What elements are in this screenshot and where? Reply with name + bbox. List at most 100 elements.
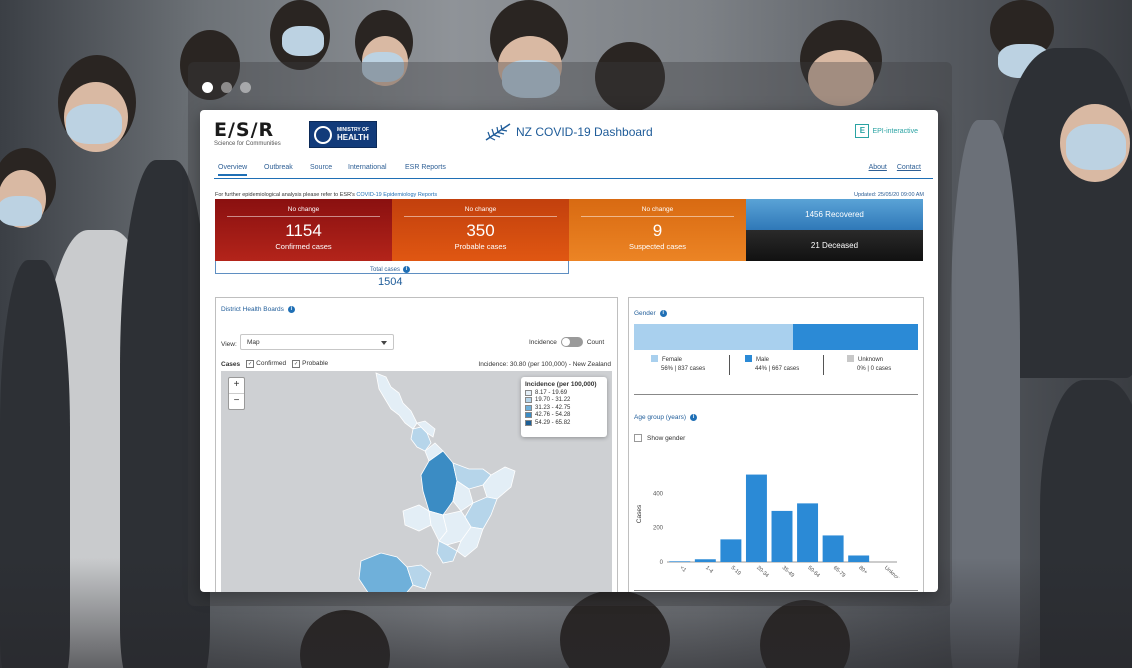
confirmed-checkbox[interactable]: ✓: [246, 360, 255, 368]
gender-legend-female: Female 56% | 837 cases: [651, 355, 705, 372]
x-tick-label: <1: [678, 565, 687, 574]
suspected-count: 9: [652, 221, 663, 240]
age-bar-1-4[interactable]: [694, 559, 716, 562]
nav-outbreak[interactable]: Outbreak: [264, 164, 293, 171]
recovered-tile[interactable]: 1456 Recovered: [746, 199, 923, 230]
confirmed-cases-tile[interactable]: No change 1154 Confirmed cases: [215, 199, 392, 261]
female-label: Female: [662, 357, 683, 363]
nav-overview[interactable]: Overview: [218, 164, 248, 176]
show-gender-checkbox[interactable]: [634, 434, 642, 442]
epi-logo-mark: E: [855, 124, 870, 138]
esr-logo[interactable]: E/S/R Science for Communities: [214, 120, 281, 147]
nav-contact-link[interactable]: Contact: [897, 164, 921, 171]
dashboard-header: E/S/R Science for Communities MINISTRY O…: [200, 110, 938, 160]
probable-label: Probable cases: [454, 242, 507, 251]
info-icon[interactable]: i: [659, 310, 667, 317]
probable-checkbox[interactable]: ✓: [292, 360, 301, 368]
deceased-count: 21 Deceased: [810, 241, 859, 250]
age-bar-5-19[interactable]: [720, 539, 742, 562]
view-select[interactable]: Map: [240, 334, 394, 350]
gender-bar[interactable]: [634, 324, 918, 350]
zoom-out-button[interactable]: −: [229, 393, 244, 409]
nz-incidence: Incidence: 30.80 (per 100,000) - New Zea…: [478, 361, 611, 368]
gender-segment-female[interactable]: [634, 324, 794, 350]
view-label: View:: [221, 341, 237, 348]
dhb-region-waikato: [420, 450, 458, 516]
incidence-count-toggle: Incidence Count: [529, 337, 604, 347]
legend-divider: [729, 355, 730, 375]
carousel-dot-2[interactable]: [221, 82, 232, 93]
moh-text: MINISTRY OF HEALTH: [337, 127, 369, 142]
age-bar-<1[interactable]: [669, 561, 691, 562]
nav-about-link[interactable]: About: [869, 164, 887, 171]
dashboard-title-text: NZ COVID-19 Dashboard: [516, 125, 653, 139]
probable-checkbox-label: Probable: [302, 360, 329, 367]
age-bar-65-79[interactable]: [822, 535, 844, 562]
x-tick-label: 1-4: [704, 565, 714, 575]
probable-cases-tile[interactable]: No change 350 Probable cases: [392, 199, 569, 261]
dhb-region-taranaki: [402, 504, 432, 532]
y-tick-label: 400: [653, 491, 664, 497]
info-icon[interactable]: i: [403, 266, 411, 273]
confirmed-label: Confirmed cases: [275, 242, 332, 251]
x-tick-label: Unknown: [883, 565, 904, 578]
y-axis-title: Cases: [636, 504, 643, 523]
age-title-text: Age group (years): [634, 414, 687, 421]
epi-report-notice: For further epidemiological analysis ple…: [215, 192, 437, 198]
info-icon[interactable]: i: [690, 414, 698, 421]
dashboard-nav: Overview Outbreak Source International E…: [214, 160, 933, 179]
legend-swatch: [525, 419, 532, 426]
toggle-switch[interactable]: [560, 337, 583, 347]
age-bar-35-49[interactable]: [771, 510, 793, 562]
y-tick-label: 200: [653, 526, 664, 532]
section-divider: [634, 394, 918, 395]
zoom-in-button[interactable]: +: [229, 378, 244, 393]
legend-range-label: 19.70 - 31.22: [535, 397, 571, 403]
legend-row: 8.17 - 19.69: [525, 389, 603, 396]
suspected-cases-tile[interactable]: No change 9 Suspected cases: [569, 199, 746, 261]
dhb-region-tairawhiti: [482, 466, 516, 500]
age-bar-50-64[interactable]: [797, 503, 819, 562]
fern-icon: [485, 123, 511, 141]
demographics-panel: Gender i Female 56% | 837 cases Male 44%…: [628, 297, 924, 592]
moh-line2: HEALTH: [337, 133, 369, 142]
x-tick-label: 35-49: [781, 565, 795, 578]
gender-title: Gender i: [634, 310, 667, 317]
deceased-tile[interactable]: 21 Deceased: [746, 230, 923, 261]
legend-row: 19.70 - 31.22: [525, 397, 603, 403]
confirmed-change: No change: [287, 206, 320, 213]
epi-interactive-logo[interactable]: E EPI-interactive: [855, 124, 918, 138]
nav-esr-reports[interactable]: ESR Reports: [405, 164, 446, 171]
male-value: 44% | 667 cases: [755, 366, 800, 372]
carousel-dot-3[interactable]: [240, 82, 251, 93]
nav-international[interactable]: International: [348, 164, 387, 171]
age-title: Age group (years) i: [634, 414, 698, 421]
male-swatch: [745, 355, 752, 362]
total-cases-label: Total cases i: [370, 266, 411, 273]
legend-range-label: 8.17 - 19.69: [535, 389, 568, 396]
legend-divider: [823, 355, 824, 375]
section-divider-bottom: [634, 590, 918, 591]
confirmed-count: 1154: [285, 221, 322, 240]
age-bar-20-34[interactable]: [745, 474, 767, 562]
legend-swatch: [525, 404, 532, 411]
epi-reports-link[interactable]: COVID-19 Epidemiology Reports: [356, 192, 437, 198]
suspected-label: Suspected cases: [628, 242, 687, 251]
carousel-dot-1[interactable]: [202, 82, 213, 93]
unknown-label: Unknown: [858, 357, 884, 363]
notice-text: For further epidemiological analysis ple…: [215, 192, 355, 198]
gender-segment-male[interactable]: [793, 324, 918, 350]
info-icon[interactable]: i: [287, 306, 295, 313]
legend-range-label: 42.76 - 54.28: [535, 412, 571, 418]
dhb-region-northland: [375, 372, 418, 430]
age-bar-80+[interactable]: [848, 555, 870, 562]
koru-icon: [314, 125, 332, 144]
dhb-map[interactable]: + − Incidence (per 100,000) 8.17 - 19.69…: [221, 371, 612, 592]
nav-source[interactable]: Source: [310, 164, 332, 171]
dhb-panel: District Health Boards i View: Map Incid…: [215, 297, 618, 592]
gender-legend-unknown: Unknown 0% | 0 cases: [847, 355, 891, 372]
map-zoom-control: + −: [228, 377, 245, 410]
ministry-of-health-logo[interactable]: MINISTRY OF HEALTH: [309, 121, 377, 148]
toggle-count-label: Count: [586, 338, 605, 346]
esr-tagline: Science for Communities: [214, 141, 281, 147]
